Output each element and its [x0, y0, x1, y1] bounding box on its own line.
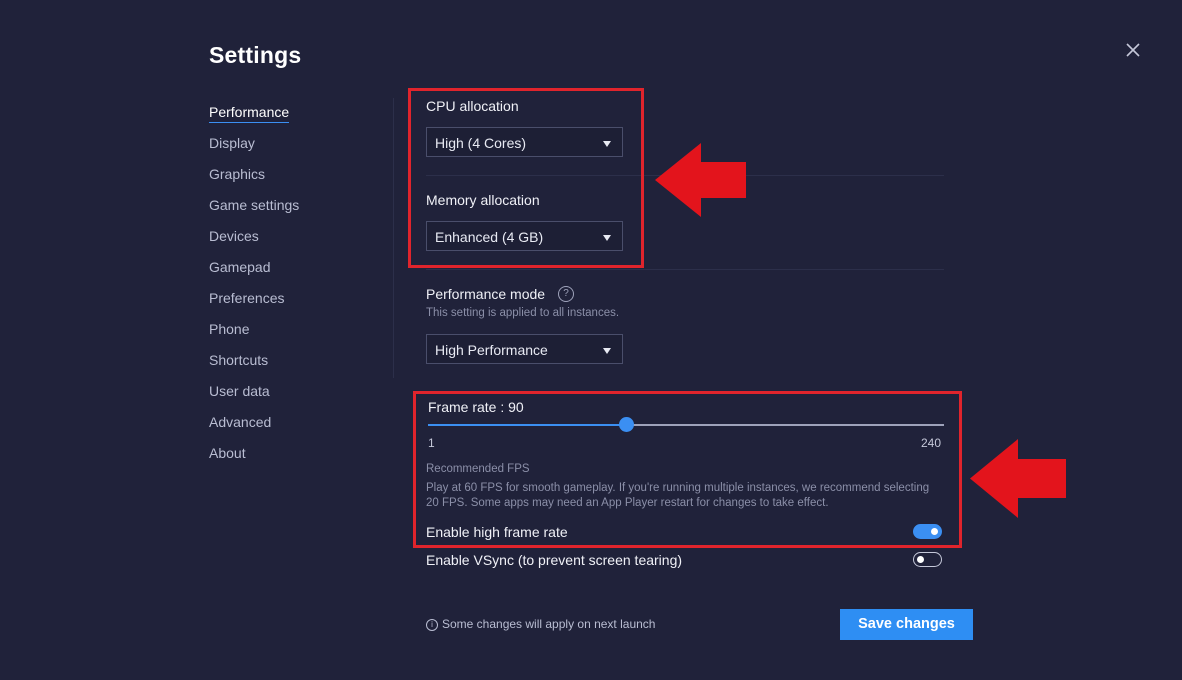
sidebar-item-devices[interactable]: Devices	[209, 228, 299, 259]
sidebar-item-graphics[interactable]: Graphics	[209, 166, 299, 197]
help-icon[interactable]: ?	[558, 286, 574, 302]
sidebar-item-gamepad[interactable]: Gamepad	[209, 259, 299, 290]
highlight-box-allocation	[408, 88, 644, 268]
close-icon[interactable]	[1124, 41, 1142, 59]
performance-mode-label: Performance mode	[426, 286, 546, 302]
sidebar-item-label: Game settings	[209, 197, 300, 213]
caret-down-icon	[603, 348, 611, 354]
sidebar-divider	[393, 98, 394, 378]
sidebar-item-label: Performance	[209, 104, 290, 123]
sidebar-item-preferences[interactable]: Preferences	[209, 290, 299, 321]
sidebar-item-label: Display	[209, 135, 255, 151]
sidebar-item-shortcuts[interactable]: Shortcuts	[209, 352, 299, 383]
sidebar-item-label: Graphics	[209, 166, 266, 182]
sidebar-item-display[interactable]: Display	[209, 135, 299, 166]
vsync-label: Enable VSync (to prevent screen tearing)	[426, 552, 683, 568]
performance-mode-subtitle: This setting is applied to all instances…	[426, 307, 620, 319]
red-arrow-icon	[970, 439, 1066, 518]
sidebar-item-label: User data	[209, 383, 270, 399]
sidebar-item-phone[interactable]: Phone	[209, 321, 299, 352]
footer-note-text: Some changes will apply on next launch	[442, 617, 656, 631]
sidebar-item-advanced[interactable]: Advanced	[209, 414, 299, 445]
sidebar-item-label: Gamepad	[209, 259, 271, 275]
sidebar-item-label: Preferences	[209, 290, 285, 306]
sidebar-item-game-settings[interactable]: Game settings	[209, 197, 299, 228]
sidebar-item-label: Advanced	[209, 414, 272, 430]
sidebar-item-label: Phone	[209, 321, 250, 337]
divider	[426, 269, 944, 270]
sidebar-item-performance[interactable]: Performance	[209, 104, 299, 135]
sidebar-item-label: About	[209, 445, 246, 461]
info-icon: i	[426, 619, 438, 631]
performance-mode-select[interactable]: High Performance	[426, 334, 623, 364]
sidebar-nav: Performance Display Graphics Game settin…	[209, 104, 299, 476]
sidebar-item-user-data[interactable]: User data	[209, 383, 299, 414]
red-arrow-icon	[655, 143, 746, 217]
footer-note: i Some changes will apply on next launch	[426, 617, 655, 631]
page-title: Settings	[209, 42, 302, 68]
sidebar-item-label: Shortcuts	[209, 352, 269, 368]
sidebar-item-label: Devices	[209, 228, 259, 244]
save-changes-button[interactable]: Save changes	[840, 609, 973, 640]
toggle-knob	[917, 555, 924, 563]
sidebar-item-about[interactable]: About	[209, 445, 299, 476]
vsync-toggle[interactable]	[913, 552, 942, 567]
highlight-box-frame-rate	[413, 391, 962, 548]
performance-mode-value: High Performance	[435, 342, 548, 358]
